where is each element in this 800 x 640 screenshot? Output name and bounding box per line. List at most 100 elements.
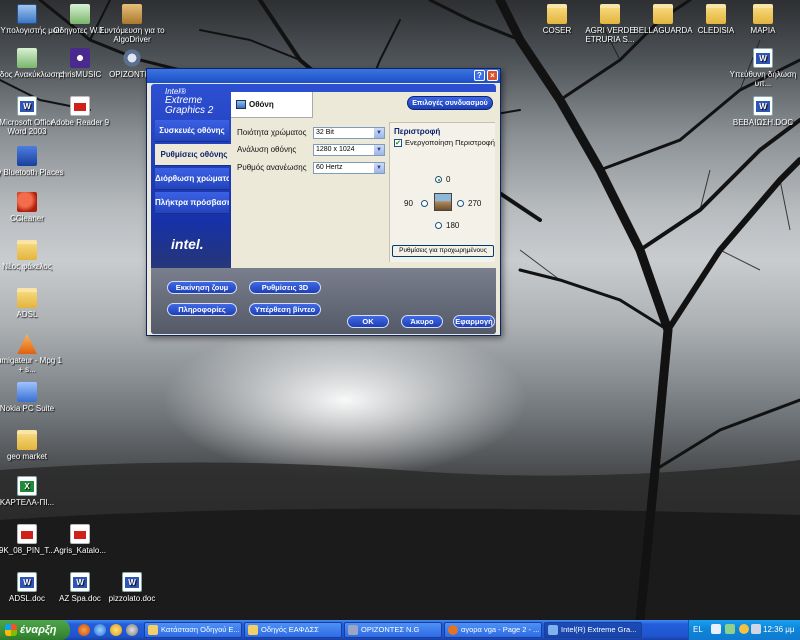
nav-display-devices[interactable]: Συσκευές οθόνης (155, 120, 229, 142)
desktop-icon-bluetooth[interactable]: My Bluetooth Places (0, 146, 64, 177)
task-label: Intel(R) Extreme Gra... (561, 625, 637, 634)
taskbar: έναρξη Κατάσταση Οδηγού Ε... Οδηγός ΕΑΦΔ… (0, 620, 800, 640)
folder-icon (248, 625, 258, 635)
intel-logo: intel. (171, 236, 204, 252)
package-icon (122, 4, 142, 24)
task-eafdss-guide[interactable]: Οδηγός ΕΑΦΔΣΣ (244, 622, 342, 638)
nav-display-settings[interactable]: Ρυθμίσεις οθόνης (155, 144, 233, 166)
help-button[interactable]: ? (474, 70, 485, 81)
word-icon (122, 572, 142, 592)
3d-settings-button[interactable]: Ρυθμίσεις 3D (249, 281, 321, 294)
music-icon (70, 48, 90, 68)
folder-icon (17, 240, 37, 260)
folder-icon (17, 430, 37, 450)
cancel-button[interactable]: Άκυρο (401, 315, 443, 328)
folder-icon (600, 4, 620, 24)
word-icon (17, 572, 37, 592)
pdf-icon (70, 96, 90, 116)
start-zoom-button[interactable]: Εκκίνηση ζουμ (167, 281, 237, 294)
task-driver-status[interactable]: Κατάσταση Οδηγού Ε... (144, 622, 242, 638)
monitor-icon (548, 625, 558, 635)
refresh-rate-select[interactable]: 60 Hertz ▼ (313, 162, 385, 174)
rotation-90-radio[interactable] (421, 200, 428, 207)
folder-icon (547, 4, 567, 24)
quicklaunch-desktop-icon[interactable] (126, 624, 138, 636)
ok-button[interactable]: OK (347, 315, 389, 328)
gear-icon (348, 625, 358, 635)
advanced-settings-button[interactable]: Ρυθμίσεις για προχωρημένους (392, 245, 494, 257)
ccleaner-icon (17, 192, 37, 212)
task-intel-graphics[interactable]: Intel(R) Extreme Gra... (544, 622, 642, 638)
folder-icon (753, 4, 773, 24)
color-quality-select[interactable]: 32 Bit ▼ (313, 127, 385, 139)
desktop-icon-vevaiosi[interactable]: ΒΕΒΑΙΩΣΗ.DOC (726, 96, 800, 127)
refresh-rate-label: Ρυθμός ανανέωσης (237, 163, 307, 172)
information-button[interactable]: Πληροφορίες (167, 303, 237, 316)
shortcut-icon (70, 4, 90, 24)
rotation-180-radio[interactable] (435, 222, 442, 229)
chevron-down-icon: ▼ (374, 163, 384, 173)
desktop-icon-fumigateur[interactable]: Fumigateur - Mpg 1 + s... (0, 334, 64, 374)
network-icon[interactable] (725, 624, 735, 634)
tab-display-label: Οθόνη (249, 100, 274, 109)
close-button[interactable]: × (487, 70, 498, 81)
apply-button[interactable]: Εφαρμογή (453, 315, 495, 328)
rotation-0-label: 0 (446, 175, 451, 184)
quicklaunch-ie-icon[interactable] (94, 624, 106, 636)
nav-color-correction[interactable]: Διόρθωση χρώματος (155, 168, 229, 190)
help-icon[interactable] (711, 624, 721, 634)
desktop-icon-ccleaner[interactable]: CCleaner (0, 192, 64, 223)
desktop-icon-agris-pdf[interactable]: Agris_Katalo... (43, 524, 117, 555)
screen-resolution-select[interactable]: 1280 x 1024 ▼ (313, 144, 385, 156)
desktop-icon-geo-market[interactable]: geo market (0, 430, 64, 461)
word-icon (70, 572, 90, 592)
rotation-preview-image (434, 193, 452, 211)
quicklaunch-firefox-icon[interactable] (78, 624, 90, 636)
monitor-icon (236, 100, 246, 109)
language-indicator[interactable]: EL (693, 620, 703, 640)
desktop-icon-kartela[interactable]: ΚΑΡΤΕΛΑ-ΠΙ... (0, 476, 64, 507)
rotation-180-label: 180 (446, 221, 460, 230)
color-quality-label: Ποιότητα χρώματος (237, 128, 307, 137)
dialog-body: Intel® Extreme Graphics 2 Συσκευές οθόνη… (151, 84, 497, 334)
task-orizontes[interactable]: ΟΡΙΖΟΝΤΕΣ Ν.G (344, 622, 442, 638)
display-settings-panel: Οθόνη Επιλογές συνδυασμού Ποιότητα χρώμα… (231, 92, 497, 268)
multi-display-options-button[interactable]: Επιλογές συνδυασμού (407, 96, 493, 110)
antivirus-icon[interactable] (739, 624, 749, 634)
dialog-button-area (151, 268, 496, 334)
desktop-icon-algodriver[interactable]: Συντόμευση για το AlgoDriver (95, 4, 169, 44)
firefox-icon (448, 625, 458, 635)
quicklaunch-media-icon[interactable] (110, 624, 122, 636)
desktop-icon-new-folder[interactable]: Νέος φάκελος (0, 240, 64, 271)
rotation-0-radio[interactable] (435, 176, 442, 183)
dialog-titlebar[interactable]: ? × (147, 69, 500, 83)
folder-icon (17, 288, 37, 308)
bluetooth-icon (17, 146, 37, 166)
pdf-icon (70, 524, 90, 544)
rotation-270-radio[interactable] (457, 200, 464, 207)
folder-icon (653, 4, 673, 24)
clock: 12:36 μμ (763, 625, 795, 634)
desktop-icon-adsl-folder[interactable]: ADSL (0, 288, 64, 319)
desktop-icon-adobe-reader[interactable]: Adobe Reader 9 (43, 96, 117, 127)
color-quality-value: 32 Bit (316, 129, 334, 136)
word-icon (753, 96, 773, 116)
tab-display[interactable]: Οθόνη (231, 92, 313, 118)
folder-icon (706, 4, 726, 24)
task-label: Κατάσταση Οδηγού Ε... (161, 625, 240, 634)
rotation-group: Περιστροφή ✔ Ενεργοποίηση Περιστροφή 0 9… (389, 122, 495, 262)
desktop-icon-maria[interactable]: ΜΑΡΙΑ (726, 4, 800, 35)
windows-logo-icon (5, 624, 17, 636)
desktop-icon-pizzolato-doc[interactable]: pizzolato.doc (95, 572, 169, 603)
volume-icon[interactable] (751, 624, 761, 634)
task-browser[interactable]: αγορα vga - Page 2 - ... (444, 622, 542, 638)
vlc-icon (17, 334, 37, 354)
nav-hot-keys[interactable]: Πλήκτρα πρόσβασης (155, 192, 229, 214)
desktop-icon-ypeuthini-dilosi[interactable]: Υπεύθυνη δήλωση υπ... (726, 48, 800, 88)
enable-rotation-checkbox[interactable]: ✔ (394, 139, 402, 147)
desktop-icon-nokia-pc-suite[interactable]: Nokia PC Suite (0, 382, 64, 413)
video-overlay-button[interactable]: Υπέρθεση βίντεο (249, 303, 321, 316)
start-button[interactable]: έναρξη (0, 620, 70, 640)
intel-graphics-dialog: ? × Intel® Extreme Graphics 2 Συσκευές ο… (146, 68, 501, 336)
brand-line-3: Graphics 2 (165, 105, 214, 116)
